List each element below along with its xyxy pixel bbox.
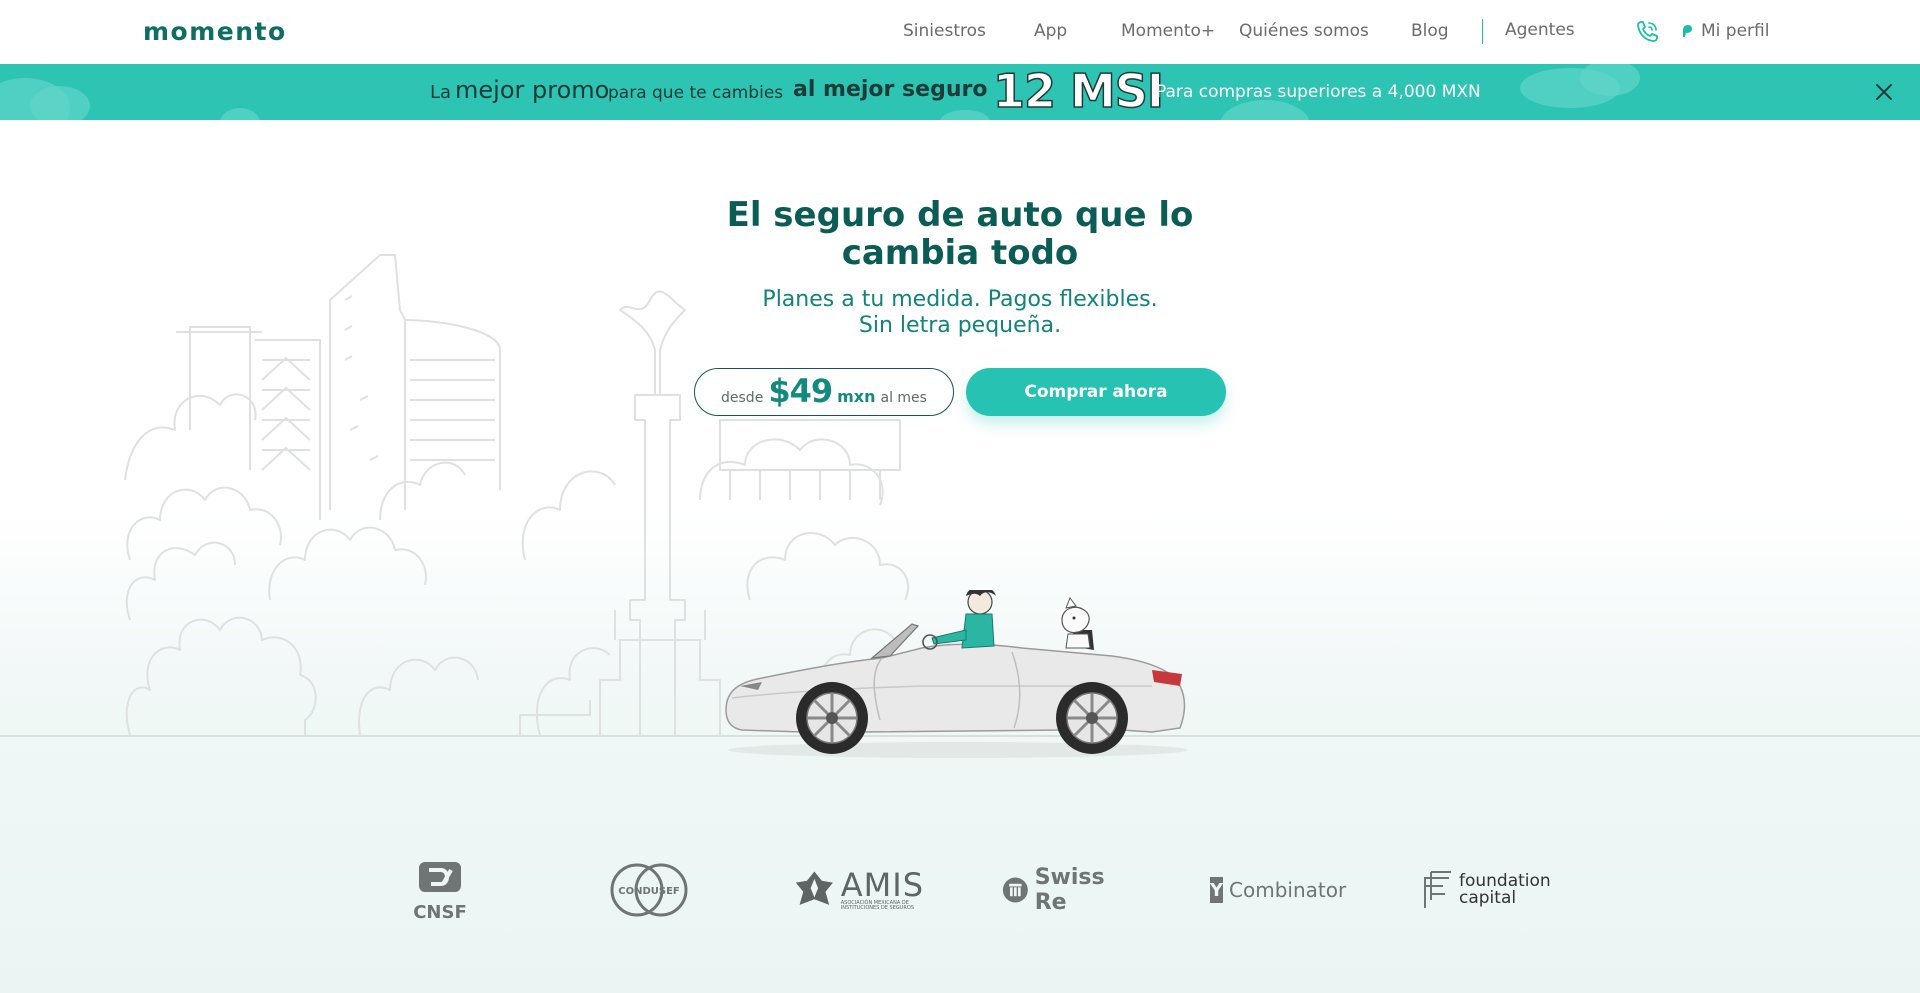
cloud-decoration: [30, 86, 90, 120]
amis-text: AMIS: [840, 866, 924, 904]
promo-banner[interactable]: La mejor promo para que te cambies al me…: [0, 64, 1920, 120]
hero-title-line1: El seguro de auto que lo: [726, 195, 1194, 235]
ycombinator-logo: Y Combinator: [1210, 860, 1346, 920]
close-icon[interactable]: [1872, 80, 1896, 104]
promo-msi: 12 MSI: [992, 64, 1165, 119]
hero-subtitle-line1: Planes a tu medida. Pagos flexibles.: [762, 287, 1158, 312]
buy-now-button[interactable]: Comprar ahora: [966, 368, 1226, 416]
price-desde: desde: [721, 390, 764, 406]
nav-link-momento-plus[interactable]: Momento+: [1121, 21, 1215, 41]
nav-link-blog[interactable]: Blog: [1411, 21, 1449, 41]
ycombinator-text: Combinator: [1229, 878, 1347, 902]
price-pill: desde $49 mxn al mes: [694, 368, 954, 416]
profile-link[interactable]: Mi perfil: [1701, 21, 1769, 41]
ycombinator-icon: Y: [1210, 877, 1224, 903]
hero-title-line2: cambia todo: [841, 233, 1079, 273]
promo-al-mejor-seguro: al mejor seguro: [793, 77, 988, 102]
hero-subtitle: Planes a tu medida. Pagos flexibles. Sin…: [660, 287, 1260, 339]
cloud-decoration: [1220, 100, 1310, 120]
foundation-capital-logo: foundation capital: [1421, 860, 1551, 920]
promo-para-que: para que te cambies: [608, 83, 784, 103]
nav-link-agentes[interactable]: Agentes: [1505, 20, 1575, 40]
top-nav: momento Siniestros App Momento+ Quiénes …: [0, 0, 1920, 64]
price-amount: $49: [768, 372, 833, 410]
hero-title: El seguro de auto que lo cambia todo: [660, 196, 1260, 272]
condusef-icon: CONDUSEF: [610, 863, 688, 917]
cloud-decoration: [940, 110, 990, 120]
condusef-text: CONDUSEF: [618, 886, 680, 897]
cnsf-icon: CNSF: [413, 862, 467, 920]
nav-link-app[interactable]: App: [1034, 21, 1067, 41]
hero-subtitle-line2: Sin letra pequeña.: [858, 313, 1062, 338]
condusef-logo: CONDUSEF: [604, 860, 694, 920]
swissre-text: Swiss Re: [1034, 865, 1105, 915]
amis-subtext: ASOCIACIÓN MEXICANA DE INSTITUCIONES DE …: [840, 900, 914, 911]
partner-logos: CNSF CONDUSEF AMIS ASOCIACIÓN MEXICANA D…: [0, 860, 1920, 940]
swissre-icon: [1002, 877, 1028, 903]
promo-condition: Para compras superiores a 4,000 MXN: [1156, 82, 1481, 102]
cloud-decoration: [1580, 64, 1640, 96]
capital-text: capital: [1459, 888, 1517, 908]
phone-icon[interactable]: [1634, 19, 1662, 45]
profile-dot-icon: [1683, 25, 1692, 37]
cnsf-text: CNSF: [413, 902, 467, 920]
swissre-logo: Swiss Re: [1002, 860, 1132, 920]
promo-mejor-promo: mejor promo: [455, 76, 610, 104]
price-currency: mxn: [837, 387, 876, 406]
promo-la: La: [430, 82, 452, 103]
price-period: al mes: [880, 390, 927, 406]
cloud-decoration: [220, 108, 260, 120]
nav-link-siniestros[interactable]: Siniestros: [903, 21, 986, 41]
momento-logo[interactable]: momento: [143, 17, 287, 46]
amis-icon: [795, 871, 833, 905]
nav-divider: [1482, 19, 1483, 44]
cnsf-logo: CNSF: [405, 860, 475, 920]
convertible-car-illustration: [725, 590, 1188, 758]
amis-logo: AMIS ASOCIACIÓN MEXICANA DE INSTITUCIONE…: [794, 860, 924, 920]
foundation-capital-icon: [1424, 871, 1451, 908]
nav-link-quienes-somos[interactable]: Quiénes somos: [1239, 21, 1369, 41]
